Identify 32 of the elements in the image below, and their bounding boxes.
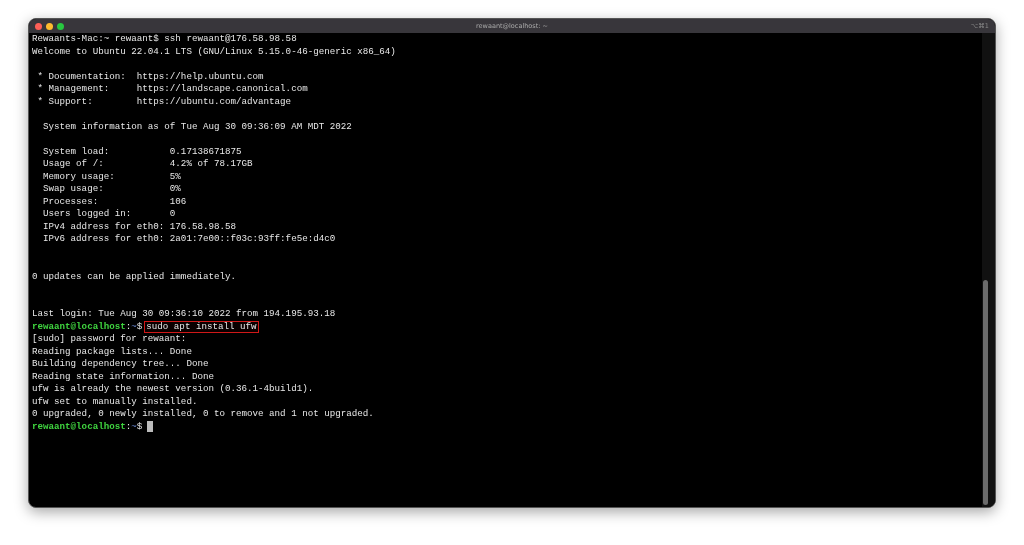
terminal-line: 0 upgraded, 0 newly installed, 0 to remove and 1 not upgraded. [32, 408, 374, 421]
scrollbar-thumb[interactable] [983, 280, 988, 505]
terminal-line: IPv6 address for eth0: 2a01:7e00::f03c:93ff:fe5e:d4c0 [42, 233, 336, 246]
terminal-line: * Management: https://landscape.canonical.com [36, 83, 308, 96]
shell-prompt: rewaant@localhost:~$ [32, 420, 143, 433]
shell-prompt: rewaant@localhost:~$ [32, 320, 143, 333]
terminal-line: Swap usage: 0% [42, 183, 181, 196]
zoom-button[interactable] [57, 22, 64, 30]
terminal-line: Users logged in: 0 [42, 208, 176, 221]
terminal-line: ufw set to manually installed. [32, 395, 198, 408]
terminal-line: 0 updates can be applied immediately. [32, 270, 236, 283]
terminal-line: Building dependency tree... Done [32, 358, 209, 371]
command-text: sudo apt install ufw [144, 320, 259, 333]
terminal-line: Rewaants-Mac:~ rewaant$ ssh rewaant@176.58.98.58 [32, 33, 297, 46]
terminal-line: Reading state information... Done [32, 370, 214, 383]
terminal-line: System load: 0.17138671875 [42, 145, 242, 158]
terminal-line: IPv4 address for eth0: 176.58.98.58 [42, 220, 236, 233]
terminal-line: * Documentation: https://help.ubuntu.com [36, 70, 264, 83]
terminal-line: Memory usage: 5% [42, 170, 181, 183]
terminal-line: Last login: Tue Aug 30 09:36:10 2022 from 194.195.93.18 [32, 308, 336, 321]
terminal-line: [sudo] password for rewaant: [32, 333, 187, 346]
terminal-line: ufw is already the newest version (0.36.1-4build1). [32, 383, 314, 396]
terminal-line: System information as of Tue Aug 30 09:36:09 AM MDT 2022 [42, 120, 352, 133]
minimize-button[interactable] [46, 22, 53, 30]
terminal-line: * Support: https://ubuntu.com/advantage [36, 95, 292, 108]
terminal-line: Processes: 106 [42, 195, 187, 208]
text-cursor [147, 421, 154, 433]
scrollbar[interactable] [982, 33, 995, 507]
close-button[interactable] [35, 22, 42, 30]
terminal-line: Usage of /: 4.2% of 78.17GB [42, 158, 253, 171]
terminal-line: Reading package lists... Done [32, 345, 192, 358]
terminal-line: Welcome to Ubuntu 22.04.1 LTS (GNU/Linux 5.15.0-46-generic x86_64) [32, 45, 396, 58]
